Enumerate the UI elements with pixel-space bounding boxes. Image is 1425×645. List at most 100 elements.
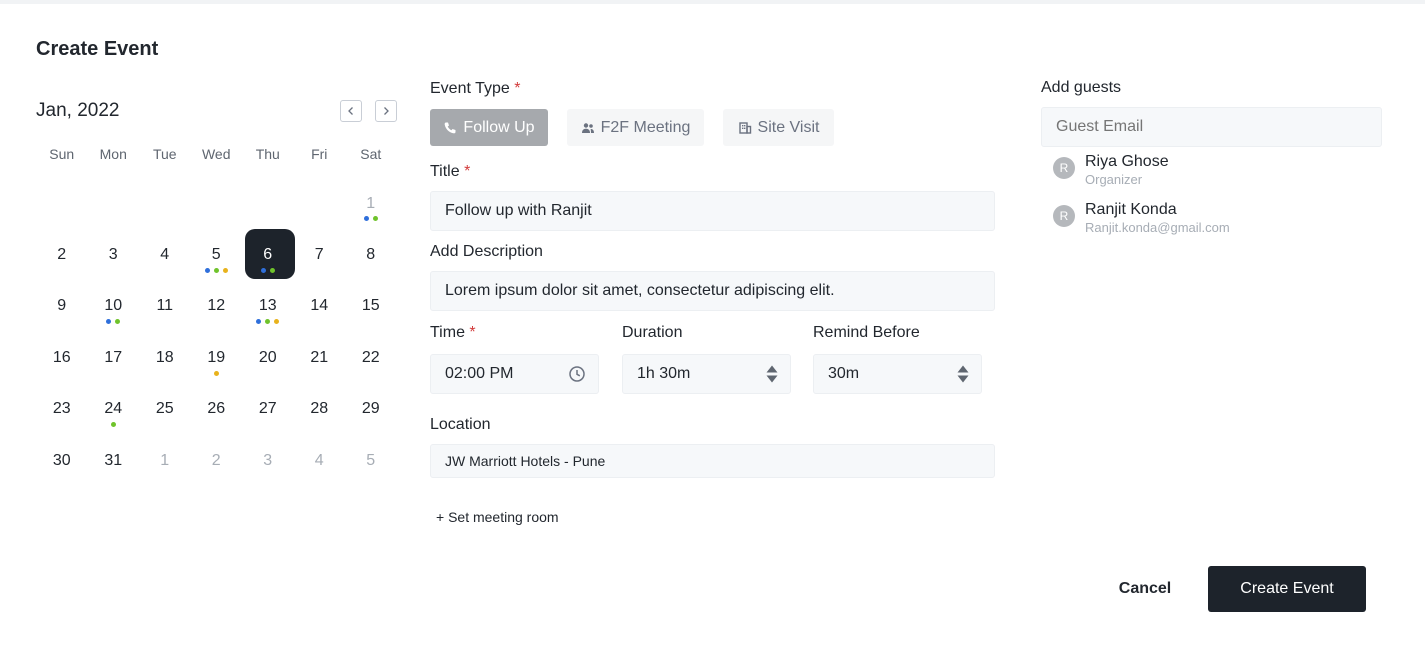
calendar-day[interactable]: 5 [345,435,397,486]
day-number: 11 [156,297,174,315]
calendar-day[interactable]: 21 [294,332,346,383]
calendar-day[interactable]: 19 [191,332,243,383]
calendar-day[interactable]: 7 [294,229,346,280]
calendar-day[interactable]: 23 [36,384,88,435]
calendar-day[interactable]: 4 [294,435,346,486]
sort-updown-icon [957,365,969,383]
calendar-day[interactable]: 2 [36,229,88,280]
calendar-day[interactable]: 3 [88,229,140,280]
set-meeting-room-link[interactable]: + Set meeting room [436,509,559,525]
guest-role: Organizer [1085,172,1143,187]
top-border [0,0,1425,4]
create-event-button[interactable]: Create Event [1208,566,1366,612]
calendar-empty-cell [242,178,294,229]
calendar-day[interactable]: 2 [191,435,243,486]
calendar-empty-cell [294,178,346,229]
required-mark: * [464,163,471,180]
calendar-day[interactable]: 28 [294,384,346,435]
description-label: Add Description [430,243,543,260]
time-label: Time * [430,324,476,342]
location-input[interactable]: JW Marriott Hotels - Pune [430,444,995,478]
prev-month-button[interactable] [340,100,362,122]
event-dot [213,267,219,273]
calendar-day[interactable]: 22 [345,332,397,383]
event-type-f2f-meeting[interactable]: F2F Meeting [567,109,704,146]
calendar-day[interactable]: 1 [345,178,397,229]
calendar-day[interactable]: 31 [88,435,140,486]
calendar-day[interactable]: 17 [88,332,140,383]
calendar-day[interactable]: 3 [242,435,294,486]
title-value: Follow up with Ranjit [445,202,592,219]
event-type-follow-up[interactable]: Follow Up [430,109,548,146]
calendar-day[interactable]: 26 [191,384,243,435]
day-number: 19 [207,348,226,366]
calendar-day[interactable]: 27 [242,384,294,435]
calendar-empty-cell [36,178,88,229]
month-label: Jan, 2022 [36,100,120,121]
day-number: 9 [57,297,67,315]
calendar-day[interactable]: 20 [242,332,294,383]
calendar-day[interactable]: 13 [242,281,294,332]
event-dots [242,267,294,273]
calendar-day[interactable]: 16 [36,332,88,383]
calendar-day[interactable]: 18 [139,332,191,383]
calendar-day[interactable]: 11 [139,281,191,332]
day-number: 24 [104,400,123,418]
guest-name: Riya Ghose [1085,153,1169,170]
calendar-day[interactable]: 8 [345,229,397,280]
event-dots [242,319,294,325]
event-type-label: Event Type * [430,80,520,98]
guest-email-input[interactable] [1041,107,1382,147]
calendar-day[interactable]: 15 [345,281,397,332]
day-number: 23 [52,400,71,418]
day-number: 5 [366,451,376,469]
event-dot [269,267,275,273]
calendar-day[interactable]: 30 [36,435,88,486]
calendar-day[interactable]: 5 [191,229,243,280]
calendar-day[interactable]: 4 [139,229,191,280]
day-number: 17 [104,348,123,366]
calendar-day[interactable]: 24 [88,384,140,435]
cancel-button[interactable]: Cancel [1100,566,1190,612]
calendar-empty-cell [139,178,191,229]
day-number: 13 [258,297,277,315]
clock-icon[interactable] [568,365,586,383]
calendar-day[interactable]: 29 [345,384,397,435]
day-number: 2 [57,246,67,264]
day-number: 29 [361,400,380,418]
weekday-header: Sun Mon Tue Wed Thu Fri Sat [36,146,398,162]
day-number: 1 [160,451,170,469]
event-dot [256,319,262,325]
sort-updown-icon [766,365,778,383]
next-month-button[interactable] [375,100,397,122]
calendar-day[interactable]: 25 [139,384,191,435]
day-number: 4 [314,451,324,469]
day-number: 28 [310,400,329,418]
event-dots [191,267,243,273]
event-type-label-site-visit: Site Visit [757,118,820,136]
day-number: 10 [104,297,123,315]
title-input[interactable]: Follow up with Ranjit [430,191,995,231]
calendar-empty-cell [191,178,243,229]
calendar-days: 1 2 3 4 5 6 7 8 9 10 11 12 13 14 15 16 17 18 19 20 21 22 23 24 2… [36,178,398,486]
duration-value: 1h 30m [637,365,691,382]
event-dot [274,319,280,325]
description-input[interactable]: Lorem ipsum dolor sit amet, consectetur … [430,271,995,311]
day-number: 20 [258,348,277,366]
day-number: 16 [52,348,71,366]
day-number: 6 [263,246,273,264]
guest-email: Ranjit.konda@gmail.com [1085,220,1230,235]
time-input[interactable]: 02:00 PM [430,354,599,394]
calendar-day[interactable]: 12 [191,281,243,332]
calendar-day[interactable]: 6 [242,229,295,280]
calendar-day[interactable]: 10 [88,281,140,332]
calendar-day[interactable]: 9 [36,281,88,332]
event-type-site-visit[interactable]: Site Visit [723,109,834,146]
day-number: 27 [258,400,277,418]
duration-select[interactable]: 1h 30m [622,354,791,394]
event-dots [191,370,243,376]
remind-before-select[interactable]: 30m [813,354,982,394]
calendar-day[interactable]: 14 [294,281,346,332]
calendar-header: Jan, 2022 [36,98,398,124]
calendar-day[interactable]: 1 [139,435,191,486]
